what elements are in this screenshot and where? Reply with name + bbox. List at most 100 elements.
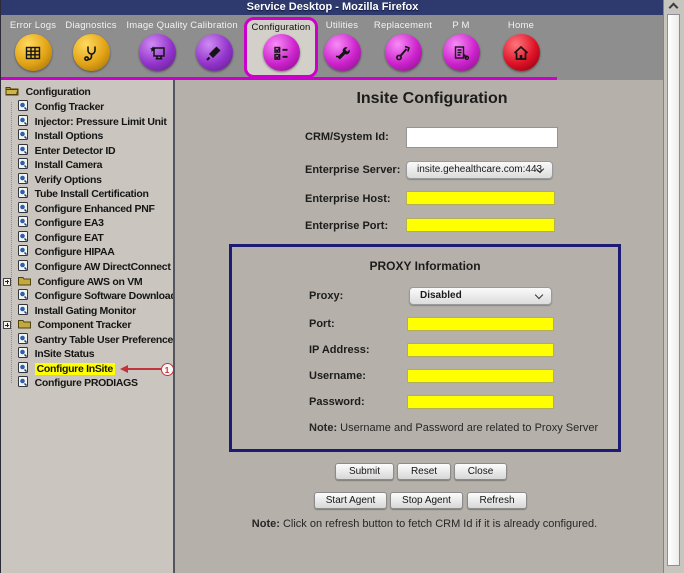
vertical-scrollbar[interactable] <box>663 0 684 573</box>
toolbar-item-home[interactable]: Home <box>489 20 553 76</box>
proxy-port-input[interactable] <box>407 317 554 331</box>
main-toolbar: Error Logs Diagnostics Image Quality <box>1 15 664 80</box>
proxy-ip-input[interactable] <box>407 343 554 357</box>
callout-arrow-icon <box>120 365 128 373</box>
tree-item[interactable]: Gantry Table User Preference <box>1 333 173 348</box>
toolbar-label: Calibration <box>182 20 246 31</box>
toolbar-item-image-quality[interactable]: Image Quality <box>125 20 189 76</box>
tree-item[interactable]: Configure EA3 <box>1 216 173 231</box>
tree-items: Config Tracker Injector: Pressure Limit <box>1 100 173 391</box>
tree-item-label: Configure Enhanced PNF <box>35 203 155 215</box>
tree-item[interactable]: Component Tracker <box>1 318 173 333</box>
tree-item[interactable]: Verify Options <box>1 173 173 188</box>
toolbar-item-utilities[interactable]: Utilities <box>310 20 374 76</box>
proxy-username-input[interactable] <box>407 369 554 383</box>
tree-item-label: Install Options <box>35 130 103 142</box>
tree-item-label: Tube Install Certification <box>35 188 149 200</box>
proxy-value: Disabled <box>420 290 462 301</box>
toolbar-label: Error Logs <box>1 20 65 31</box>
toolbar-label: Replacement <box>371 20 435 31</box>
document-icon <box>18 333 28 344</box>
tree-item[interactable]: Enter Detector ID <box>1 144 173 159</box>
toolbar-item-pm[interactable]: P M <box>429 20 493 76</box>
tree-item[interactable]: Configure EAT <box>1 231 173 246</box>
tree-item[interactable]: Configure AWS on VM <box>1 275 173 290</box>
footer-note-label: Note: <box>252 518 280 530</box>
toolbar-item-diagnostics[interactable]: Diagnostics <box>59 20 123 76</box>
tree-item[interactable]: Configure Software Download <box>1 289 173 304</box>
tree-item[interactable]: Install Gating Monitor <box>1 304 173 319</box>
tree-item[interactable]: Configure AW DirectConnect <box>1 260 173 275</box>
proxy-note: Note: Username and Password are related … <box>309 422 598 434</box>
footer-note-text: Click on refresh button to fetch CRM Id … <box>280 518 597 530</box>
scroll-up-icon[interactable] <box>669 3 679 13</box>
grid-icon <box>15 34 52 71</box>
chevron-down-icon <box>535 291 543 299</box>
toolbar-label: Utilities <box>310 20 374 31</box>
proxy-select[interactable]: Disabled <box>409 287 552 305</box>
tree-item[interactable]: InSite Status <box>1 347 173 362</box>
tree-item-label: Configure EAT <box>35 232 104 244</box>
tree-item[interactable]: Install Camera <box>1 158 173 173</box>
tree-item-label: Install Camera <box>35 159 103 171</box>
tree-item[interactable]: Injector: Pressure Limit Unit <box>1 115 173 130</box>
document-icon <box>18 260 28 271</box>
proxy-ip-label: IP Address: <box>309 344 370 356</box>
tree-item[interactable]: Config Tracker <box>1 100 173 115</box>
tree-item[interactable]: Tube Install Certification <box>1 187 173 202</box>
tree-item[interactable]: Configure InSite 1 <box>1 362 173 377</box>
tree-item-label: Injector: Pressure Limit Unit <box>35 116 167 128</box>
document-icon <box>18 245 28 256</box>
close-button[interactable]: Close <box>454 463 507 480</box>
document-icon <box>18 129 28 140</box>
submit-button[interactable]: Submit <box>335 463 394 480</box>
toolbar-item-configuration[interactable]: Configuration <box>244 17 318 78</box>
reset-button[interactable]: Reset <box>397 463 451 480</box>
tree-item-label: Configure HIPAA <box>35 246 115 258</box>
tree-item-label: Config Tracker <box>35 101 104 113</box>
toolbar-item-error-logs[interactable]: Error Logs <box>1 20 65 76</box>
document-icon <box>18 173 28 184</box>
toolbar-item-calibration[interactable]: Calibration <box>182 20 246 76</box>
tree-item[interactable]: Configure PRODIAGS <box>1 376 173 391</box>
tree-item[interactable]: Configure HIPAA <box>1 245 173 260</box>
expand-plus-icon[interactable] <box>3 321 11 329</box>
enterprise-host-label: Enterprise Host: <box>305 193 391 205</box>
proxy-note-label: Note: <box>309 422 337 434</box>
tree-root-configuration[interactable]: Configuration <box>5 85 173 100</box>
document-icon <box>18 158 28 169</box>
title-bar: Service Desktop - Mozilla Firefox <box>1 0 664 15</box>
scrollbar-thumb[interactable] <box>667 14 680 566</box>
crm-system-id-label: CRM/System Id: <box>305 131 389 143</box>
service-desktop-window: Service Desktop - Mozilla Firefox ✕ Erro… <box>0 0 684 573</box>
toolbar-label: Image Quality <box>125 20 189 31</box>
spanner-icon <box>385 34 422 71</box>
tree-item-label: Configure PRODIAGS <box>35 377 138 389</box>
clipboard-wrench-icon <box>443 34 480 71</box>
tree-item[interactable]: Install Options <box>1 129 173 144</box>
tree-item-label: Configure AWS on VM <box>38 276 143 288</box>
tree-item-label: Verify Options <box>35 174 102 186</box>
proxy-password-label: Password: <box>309 396 365 408</box>
start-agent-button[interactable]: Start Agent <box>314 492 387 509</box>
proxy-password-input[interactable] <box>407 395 554 409</box>
insite-configuration-panel: Insite Configuration CRM/System Id: Ente… <box>175 80 664 573</box>
refresh-button[interactable]: Refresh <box>467 492 527 509</box>
callout-arrow-shaft <box>128 368 161 370</box>
enterprise-host-input[interactable] <box>406 191 555 205</box>
closed-folder-icon <box>18 319 31 329</box>
closed-folder-icon <box>18 276 31 286</box>
enterprise-port-input[interactable] <box>406 218 555 232</box>
tree-item-label: Gantry Table User Preference <box>35 334 173 346</box>
expand-plus-icon[interactable] <box>3 278 11 286</box>
configuration-tree: Configuration Config Tracker <box>1 80 173 573</box>
document-icon <box>18 231 28 242</box>
document-icon <box>18 187 28 198</box>
stop-agent-button[interactable]: Stop Agent <box>390 492 463 509</box>
tree-item[interactable]: Configure Enhanced PNF <box>1 202 173 217</box>
footer-note: Note: Click on refresh button to fetch C… <box>185 518 664 530</box>
enterprise-server-select[interactable]: insite.gehealthcare.com:443 <box>406 161 553 179</box>
callout-number: 1 <box>161 363 173 376</box>
toolbar-item-replacement[interactable]: Replacement <box>371 20 435 76</box>
crm-system-id-input[interactable] <box>406 127 558 148</box>
